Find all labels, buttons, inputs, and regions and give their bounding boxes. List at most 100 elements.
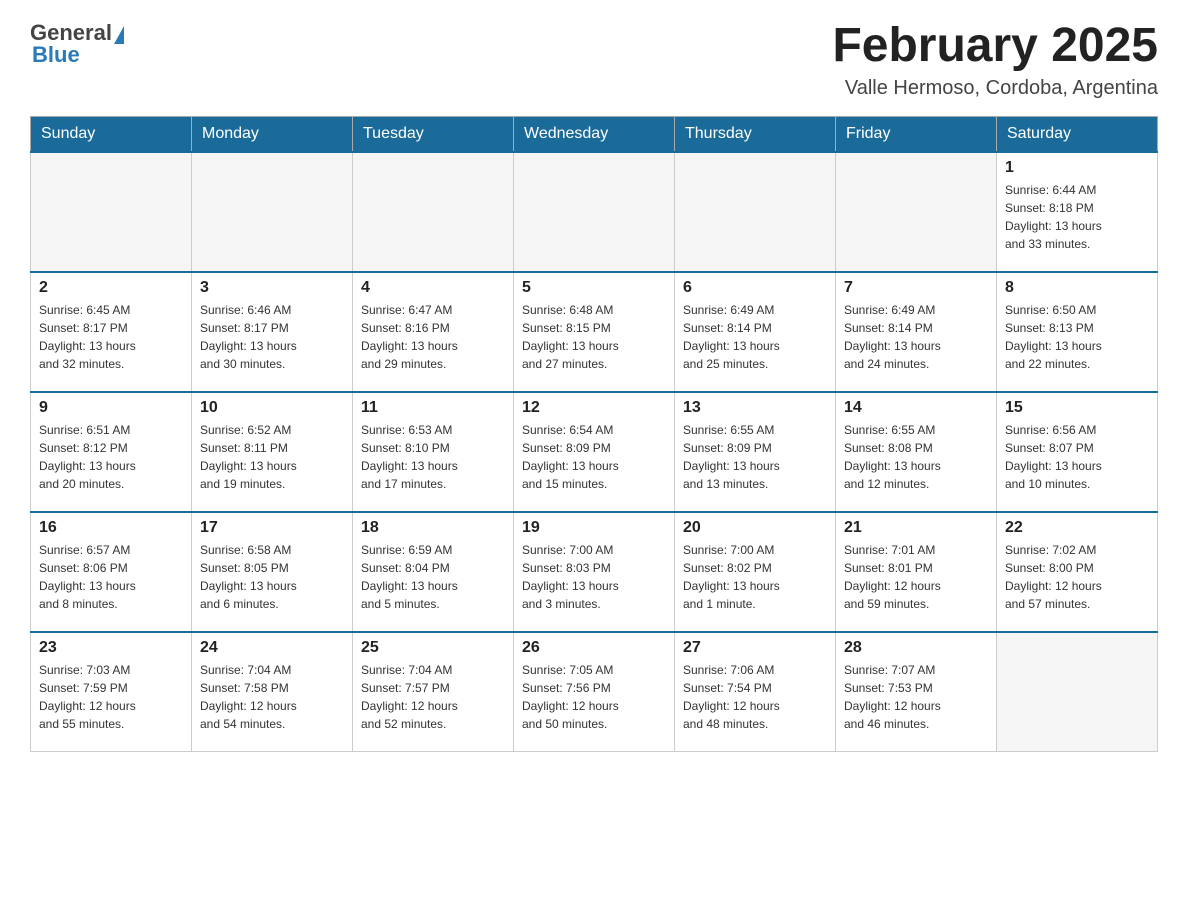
day-number: 27 — [683, 639, 827, 657]
day-number: 12 — [522, 399, 666, 417]
calendar-day-cell: 25Sunrise: 7:04 AM Sunset: 7:57 PM Dayli… — [353, 632, 514, 752]
calendar-header-sunday: Sunday — [31, 116, 192, 152]
day-number: 24 — [200, 639, 344, 657]
title-area: February 2025 Valle Hermoso, Cordoba, Ar… — [832, 20, 1158, 100]
day-number: 16 — [39, 519, 183, 537]
calendar-header-tuesday: Tuesday — [353, 116, 514, 152]
day-number: 6 — [683, 279, 827, 297]
day-number: 14 — [844, 399, 988, 417]
calendar-day-cell: 19 Sunrise: 7:00 AM Sunset: 8:03 PM Dayli… — [514, 512, 675, 632]
calendar-day-cell: 22 Sunrise: 7:02 AM Sunset: 8:00 PM Dayli… — [997, 512, 1158, 632]
calendar-day-cell: 15 Sunrise: 6:56 AM Sunset: 8:07 PM Dayli… — [997, 392, 1158, 512]
calendar-week-row: 9 Sunrise: 6:51 AM Sunset: 8:12 PM Daylig… — [31, 392, 1158, 512]
calendar-day-cell — [353, 152, 514, 272]
day-number: 8 — [1005, 279, 1149, 297]
calendar-day-cell: 24 Sunrise: 7:04 AM Sunset: 7:58 PM Dayli… — [192, 632, 353, 752]
day-number: 21 — [844, 519, 988, 537]
day-info: Sunrise: 6:55 AM Sunset: 8:09 PM Dayligh… — [683, 421, 827, 493]
day-number: 18 — [361, 519, 505, 537]
day-info: Sunrise: 7:06 AM Sunset: 7:54 PM Dayligh… — [683, 661, 827, 733]
day-info: Sunrise: 6:45 AM Sunset: 8:17 PM Dayligh… — [39, 301, 183, 373]
day-info: Sunrise: 6:57 AM Sunset: 8:06 PM Dayligh… — [39, 541, 183, 613]
calendar-day-cell: 11 Sunrise: 6:53 AM Sunset: 8:10 PM Dayli… — [353, 392, 514, 512]
calendar-day-cell: 7 Sunrise: 6:49 AM Sunset: 8:14 PM Daylig… — [836, 272, 997, 392]
month-title: February 2025 — [832, 20, 1158, 73]
day-number: 13 — [683, 399, 827, 417]
day-info: Sunrise: 7:01 AM Sunset: 8:01 PM Dayligh… — [844, 541, 988, 613]
calendar-day-cell — [31, 152, 192, 272]
calendar-day-cell: 6 Sunrise: 6:49 AM Sunset: 8:14 PM Daylig… — [675, 272, 836, 392]
day-number: 7 — [844, 279, 988, 297]
day-info: Sunrise: 6:46 AM Sunset: 8:17 PM Dayligh… — [200, 301, 344, 373]
day-number: 5 — [522, 279, 666, 297]
day-info: Sunrise: 6:51 AM Sunset: 8:12 PM Dayligh… — [39, 421, 183, 493]
day-info: Sunrise: 7:04 AM Sunset: 7:58 PM Dayligh… — [200, 661, 344, 733]
calendar-day-cell — [836, 152, 997, 272]
day-number: 3 — [200, 279, 344, 297]
calendar-day-cell: 16 Sunrise: 6:57 AM Sunset: 8:06 PM Dayli… — [31, 512, 192, 632]
calendar-day-cell — [675, 152, 836, 272]
calendar-day-cell: 12 Sunrise: 6:54 AM Sunset: 8:09 PM Dayli… — [514, 392, 675, 512]
calendar-day-cell: 23 Sunrise: 7:03 AM Sunset: 7:59 PM Dayli… — [31, 632, 192, 752]
calendar-day-cell — [514, 152, 675, 272]
day-number: 22 — [1005, 519, 1149, 537]
page-header: General Blue February 2025 Valle Hermoso… — [30, 20, 1158, 100]
day-info: Sunrise: 6:55 AM Sunset: 8:08 PM Dayligh… — [844, 421, 988, 493]
calendar-day-cell: 9 Sunrise: 6:51 AM Sunset: 8:12 PM Daylig… — [31, 392, 192, 512]
day-info: Sunrise: 6:52 AM Sunset: 8:11 PM Dayligh… — [200, 421, 344, 493]
day-info: Sunrise: 6:58 AM Sunset: 8:05 PM Dayligh… — [200, 541, 344, 613]
calendar-day-cell: 20 Sunrise: 7:00 AM Sunset: 8:02 PM Dayli… — [675, 512, 836, 632]
calendar-day-cell: 27 Sunrise: 7:06 AM Sunset: 7:54 PM Dayli… — [675, 632, 836, 752]
calendar-day-cell: 10 Sunrise: 6:52 AM Sunset: 8:11 PM Dayli… — [192, 392, 353, 512]
day-number: 17 — [200, 519, 344, 537]
day-number: 1 — [1005, 159, 1149, 177]
calendar-week-row: 2 Sunrise: 6:45 AM Sunset: 8:17 PM Daylig… — [31, 272, 1158, 392]
calendar-day-cell: 26Sunrise: 7:05 AM Sunset: 7:56 PM Dayli… — [514, 632, 675, 752]
calendar-day-cell: 1 Sunrise: 6:44 AM Sunset: 8:18 PM Daylig… — [997, 152, 1158, 272]
calendar-day-cell: 4 Sunrise: 6:47 AM Sunset: 8:16 PM Daylig… — [353, 272, 514, 392]
day-info: Sunrise: 6:59 AM Sunset: 8:04 PM Dayligh… — [361, 541, 505, 613]
day-info: Sunrise: 6:54 AM Sunset: 8:09 PM Dayligh… — [522, 421, 666, 493]
calendar-day-cell: 5 Sunrise: 6:48 AM Sunset: 8:15 PM Daylig… — [514, 272, 675, 392]
day-info: Sunrise: 7:07 AM Sunset: 7:53 PM Dayligh… — [844, 661, 988, 733]
day-number: 20 — [683, 519, 827, 537]
day-info: Sunrise: 7:02 AM Sunset: 8:00 PM Dayligh… — [1005, 541, 1149, 613]
day-info: Sunrise: 7:00 AM Sunset: 8:03 PM Dayligh… — [522, 541, 666, 613]
day-info: Sunrise: 6:50 AM Sunset: 8:13 PM Dayligh… — [1005, 301, 1149, 373]
calendar-week-row: 1 Sunrise: 6:44 AM Sunset: 8:18 PM Daylig… — [31, 152, 1158, 272]
day-info: Sunrise: 6:48 AM Sunset: 8:15 PM Dayligh… — [522, 301, 666, 373]
calendar-header-row: SundayMondayTuesdayWednesdayThursdayFrid… — [31, 116, 1158, 152]
calendar-day-cell: 21 Sunrise: 7:01 AM Sunset: 8:01 PM Dayli… — [836, 512, 997, 632]
day-number: 28 — [844, 639, 988, 657]
calendar-table: SundayMondayTuesdayWednesdayThursdayFrid… — [30, 116, 1158, 753]
calendar-day-cell: 28 Sunrise: 7:07 AM Sunset: 7:53 PM Dayli… — [836, 632, 997, 752]
day-number: 19 — [522, 519, 666, 537]
calendar-day-cell: 14 Sunrise: 6:55 AM Sunset: 8:08 PM Dayli… — [836, 392, 997, 512]
day-number: 2 — [39, 279, 183, 297]
logo-triangle-icon — [114, 26, 124, 44]
day-info: Sunrise: 7:03 AM Sunset: 7:59 PM Dayligh… — [39, 661, 183, 733]
day-number: 4 — [361, 279, 505, 297]
calendar-week-row: 16 Sunrise: 6:57 AM Sunset: 8:06 PM Dayli… — [31, 512, 1158, 632]
day-info: Sunrise: 6:53 AM Sunset: 8:10 PM Dayligh… — [361, 421, 505, 493]
day-info: Sunrise: 6:44 AM Sunset: 8:18 PM Dayligh… — [1005, 181, 1149, 253]
calendar-day-cell: 17 Sunrise: 6:58 AM Sunset: 8:05 PM Dayli… — [192, 512, 353, 632]
calendar-header-saturday: Saturday — [997, 116, 1158, 152]
day-info: Sunrise: 6:49 AM Sunset: 8:14 PM Dayligh… — [683, 301, 827, 373]
day-number: 25 — [361, 639, 505, 657]
day-number: 15 — [1005, 399, 1149, 417]
day-number: 10 — [200, 399, 344, 417]
calendar-day-cell: 2 Sunrise: 6:45 AM Sunset: 8:17 PM Daylig… — [31, 272, 192, 392]
day-info: Sunrise: 7:00 AM Sunset: 8:02 PM Dayligh… — [683, 541, 827, 613]
calendar-day-cell: 3 Sunrise: 6:46 AM Sunset: 8:17 PM Daylig… — [192, 272, 353, 392]
day-info: Sunrise: 6:47 AM Sunset: 8:16 PM Dayligh… — [361, 301, 505, 373]
calendar-header-monday: Monday — [192, 116, 353, 152]
day-info: Sunrise: 6:49 AM Sunset: 8:14 PM Dayligh… — [844, 301, 988, 373]
calendar-day-cell: 18 Sunrise: 6:59 AM Sunset: 8:04 PM Dayli… — [353, 512, 514, 632]
day-number: 9 — [39, 399, 183, 417]
day-info: Sunrise: 6:56 AM Sunset: 8:07 PM Dayligh… — [1005, 421, 1149, 493]
calendar-header-friday: Friday — [836, 116, 997, 152]
day-number: 11 — [361, 399, 505, 417]
calendar-day-cell — [192, 152, 353, 272]
day-number: 23 — [39, 639, 183, 657]
